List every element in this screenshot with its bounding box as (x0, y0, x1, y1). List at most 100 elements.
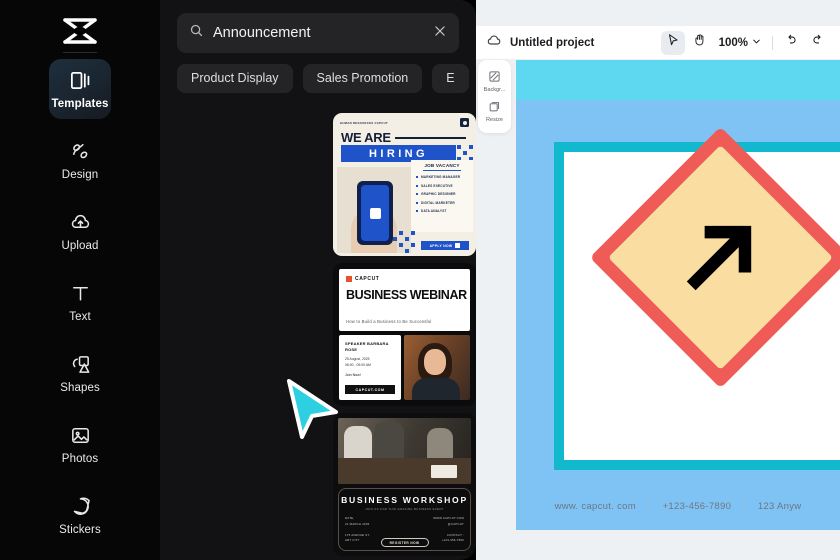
chip-product-display[interactable]: Product Display (177, 63, 293, 93)
footer-phone: +123-456-7890 (662, 501, 732, 512)
arrow-up-right-diamond-icon[interactable] (589, 126, 840, 389)
bw-subtitle: How to Build a Business to Be Successful (346, 319, 432, 324)
text-icon (68, 282, 92, 306)
sidebar-item-design[interactable]: Design (49, 130, 111, 190)
rail-item-list: Templates Design Upload Text Shapes Phot… (0, 59, 160, 556)
cloud-save-icon[interactable] (486, 32, 502, 53)
zoom-control[interactable]: 100% (715, 36, 766, 50)
background-tool[interactable]: Backgr... (483, 70, 506, 93)
hiring-job-title: JOB VACANCY (424, 163, 460, 168)
templates-icon (68, 69, 92, 93)
close-icon[interactable] (433, 24, 447, 43)
hiring-apply-button: APPLY NOW (421, 241, 469, 250)
project-name[interactable]: Untitled project (510, 37, 594, 49)
capcut-logo-icon[interactable] (54, 14, 106, 48)
footer-address: 123 Anyw (757, 501, 802, 512)
undo-button[interactable] (779, 31, 803, 55)
ws-register-button: REGISTER NOW (380, 538, 429, 547)
ws-right-info: WWW.CAPCUT.COM @CAPCUT CONTACT : +123-45… (433, 516, 464, 543)
sidebar-item-upload[interactable]: Upload (49, 201, 111, 261)
sidebar-item-label: Templates (51, 97, 109, 110)
sidebar-item-text[interactable]: Text (49, 272, 111, 332)
bw-join: Join Now! (345, 373, 361, 377)
shapes-icon (68, 353, 92, 377)
zoom-level: 100% (718, 36, 748, 49)
cursor-icon (666, 33, 680, 52)
hiring-job-list: MARKETING MANAGER SALES EXECUTIVE GRAPHI… (416, 175, 469, 218)
sidebar-item-label: Photos (61, 452, 99, 465)
hiring-banner-label: HIRING (369, 147, 428, 160)
bw-top-panel: CAPCUT BUSINESS WEBINAR How to Build a B… (339, 269, 470, 331)
upload-cloud-icon (68, 211, 92, 235)
search-input[interactable]: Announcement (213, 25, 424, 41)
list-item: GRAPHIC DESIGNER (416, 192, 469, 196)
sidebar-item-label: Upload (61, 239, 99, 252)
search-icon (189, 23, 204, 43)
background-tool-label: Backgr... (483, 87, 506, 93)
footer-separator: / (743, 501, 746, 512)
list-item: MARKETING MANAGER (416, 175, 469, 179)
list-item: SALES EXECUTIVE (416, 184, 469, 188)
template-card-hiring[interactable]: HUMAN RESOURCES CAPCUT WE ARE HIRING JOB… (333, 113, 476, 256)
hand-icon (693, 33, 707, 52)
hiring-photo (337, 167, 411, 253)
resize-tool[interactable]: Resize (486, 100, 503, 123)
photos-icon (68, 424, 92, 448)
sidebar-item-label: Stickers (59, 523, 101, 536)
design-canvas[interactable]: www. capcut. com / +123-456-7890 / 123 A… (516, 60, 840, 530)
bw-speaker: SPEAKER BARBARA ROSE (345, 341, 389, 352)
templates-panel: Announcement Product Display Sales Promo… (160, 0, 476, 560)
arrow-glyph (686, 225, 752, 291)
chip-sales-promotion[interactable]: Sales Promotion (302, 63, 423, 93)
sidebar-item-stickers[interactable]: Stickers (49, 485, 111, 545)
bw-time: 08:00 - 09:00 AM (345, 363, 371, 367)
rail-divider (63, 52, 97, 53)
toolbar-right-group: 100% (660, 30, 830, 55)
resize-icon (488, 100, 501, 115)
hand-tool-button[interactable] (688, 31, 712, 55)
ws-title: BUSINESS WORKSHOP (341, 495, 468, 505)
resize-tool-label: Resize (485, 117, 504, 123)
canvas-top-band (516, 60, 840, 100)
footer-separator: / (647, 501, 651, 512)
search-bar[interactable]: Announcement (177, 13, 459, 53)
background-icon (488, 70, 501, 85)
sidebar-item-label: Design (61, 168, 99, 181)
bw-date: 25 August, 2025 (345, 357, 370, 361)
bw-url: CAPCUT.COM (345, 385, 395, 394)
redo-icon (811, 33, 825, 52)
sidebar-item-label: Text (69, 310, 91, 323)
hiring-header-label: HUMAN RESOURCES CAPCUT (340, 120, 388, 125)
ws-left-info: DATE, 21 MARCH 2025 175 AVENUE ST., ART … (345, 516, 371, 543)
sidebar-item-templates[interactable]: Templates (49, 59, 111, 119)
canvas-footer: www. capcut. com / +123-456-7890 / 123 A… (516, 501, 840, 512)
bw-photo (404, 335, 470, 400)
template-card-business-webinar-bw[interactable]: CAPCUT BUSINESS WEBINAR How to Build a B… (333, 263, 476, 406)
editor-toolbar: Untitled project 100% (476, 26, 840, 59)
redo-button[interactable] (806, 31, 830, 55)
template-card-business-workshop[interactable]: BUSINESS WORKSHOP JOIN US FOR THIS AMAZI… (333, 413, 476, 556)
hiring-rule (395, 137, 466, 139)
hiring-job-panel: JOB VACANCY MARKETING MANAGER SALES EXEC… (411, 160, 473, 232)
hiring-we-are: WE ARE (341, 130, 391, 145)
select-tool-button[interactable] (660, 30, 685, 55)
bw-title: BUSINESS WEBINAR (346, 288, 467, 302)
bw-brand: CAPCUT (346, 276, 379, 282)
sidebar-item-photos[interactable]: Photos (49, 414, 111, 474)
list-item: DATA ANALYST (416, 209, 469, 213)
ws-subtitle: JOIN US FOR THIS AMAZING BUSINESS EVENT (365, 507, 444, 511)
editor-area: Untitled project 100% Backgr... Resize w… (476, 0, 840, 560)
sidebar-item-label: Shapes (60, 381, 100, 394)
sidebar-item-shapes[interactable]: Shapes (49, 343, 111, 403)
left-nav-rail: Templates Design Upload Text Shapes Phot… (0, 0, 160, 560)
design-icon (68, 140, 92, 164)
toolbar-divider (772, 35, 773, 50)
footer-website: www. capcut. com (554, 501, 636, 512)
stickers-icon (68, 495, 92, 519)
hiring-logo-icon (460, 118, 469, 127)
chip-third-partial[interactable]: E (432, 63, 469, 93)
chevron-down-icon (751, 36, 762, 50)
capcut-editor-window: Templates Design Upload Text Shapes Phot… (0, 0, 840, 560)
hiring-header: HUMAN RESOURCES CAPCUT (340, 118, 469, 127)
undo-icon (784, 33, 798, 52)
